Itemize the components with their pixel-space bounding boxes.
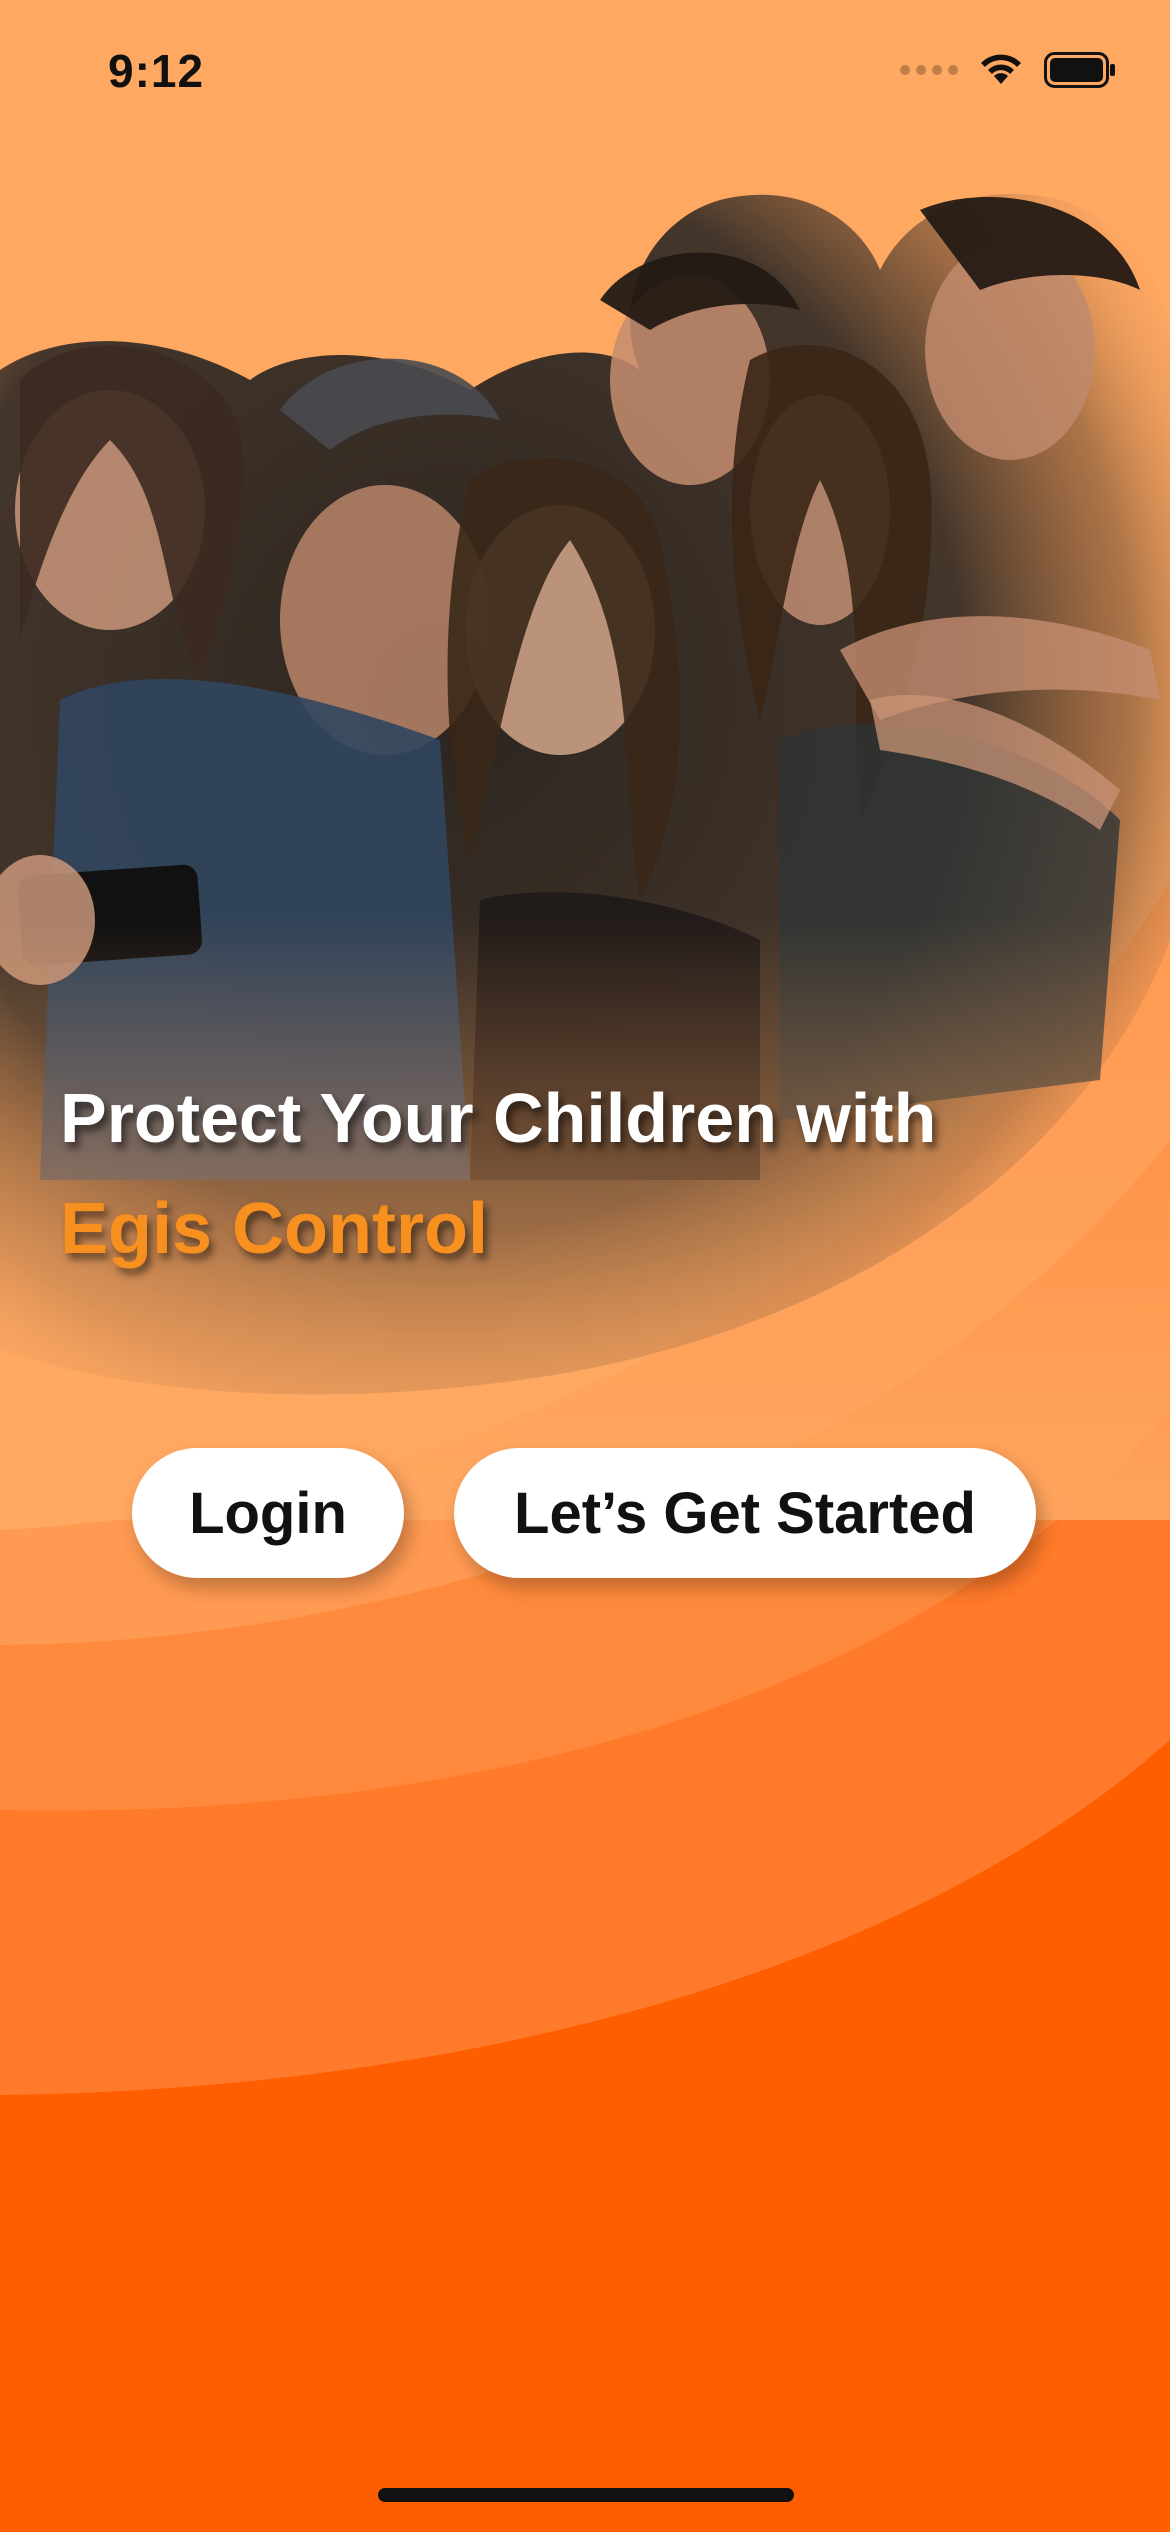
status-time: 9:12 [108, 45, 205, 97]
status-bar: 9:12 [0, 0, 1170, 140]
wifi-icon [981, 54, 1021, 84]
welcome-screen: 9:12 Protect Your Children with Egis Con… [0, 0, 1170, 2532]
login-button[interactable]: Login [132, 1448, 404, 1578]
get-started-button[interactable]: Let’s Get Started [454, 1448, 1036, 1578]
status-icons [900, 52, 1116, 88]
family-photo [0, 180, 1170, 1520]
battery-icon [1044, 52, 1115, 88]
cellular-signal-icon [900, 65, 958, 75]
brand-name: Egis Control [60, 1189, 488, 1269]
headline: Protect Your Children with [60, 1079, 937, 1157]
home-indicator[interactable] [378, 2488, 794, 2502]
